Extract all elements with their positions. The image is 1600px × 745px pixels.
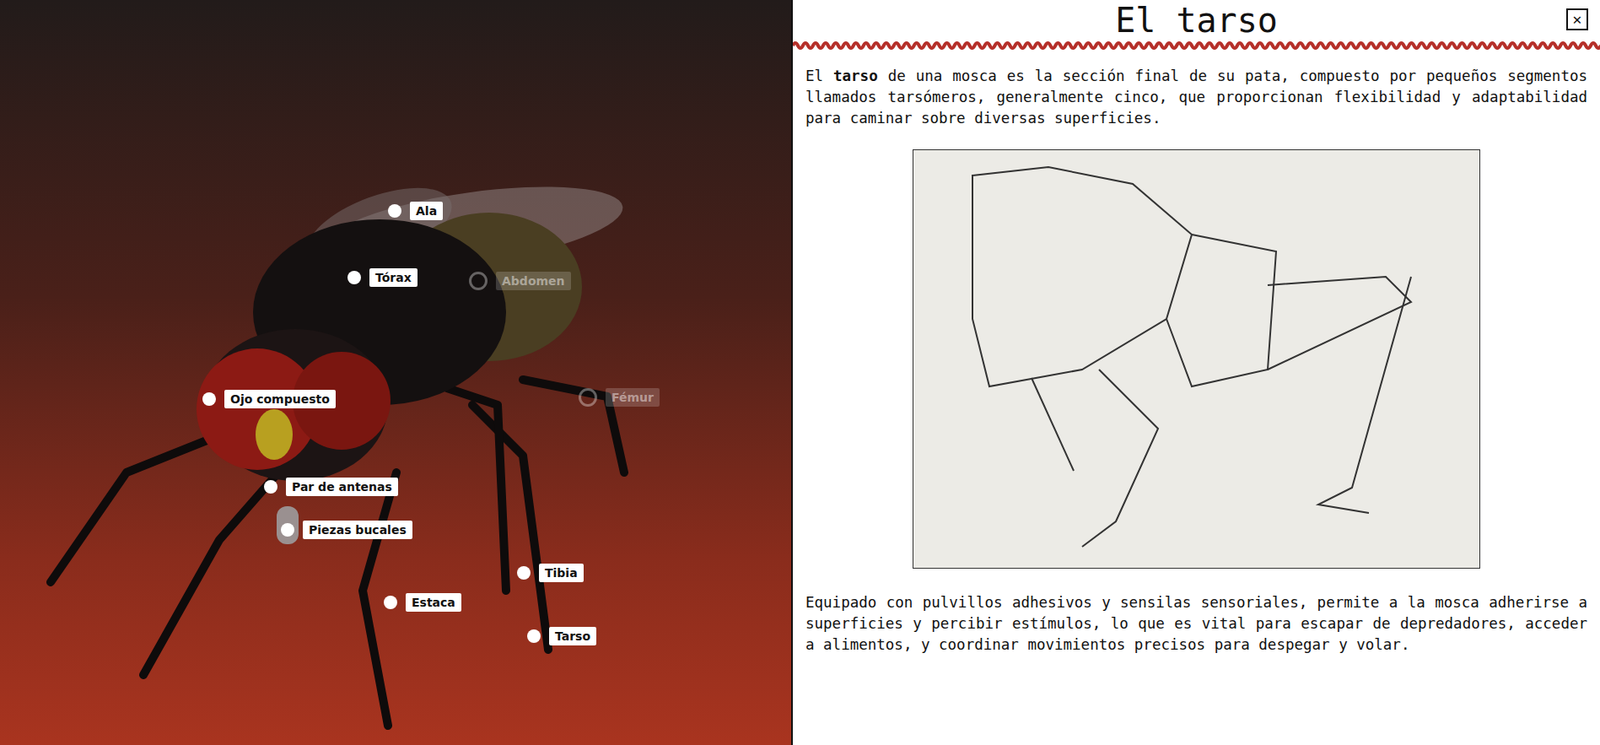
fly-viewer[interactable]: Ala Tórax Abdomen Ojo compuesto Fémur Par de … — [0, 0, 793, 745]
fly-model-icon[interactable] — [0, 0, 792, 745]
pin-label[interactable]: Par de antenas — [285, 477, 399, 496]
pin-label[interactable]: Tórax — [369, 268, 418, 287]
fly-part-pin[interactable]: Ala — [387, 201, 443, 221]
pin-label[interactable]: Abdomen — [495, 271, 572, 291]
pin-label[interactable]: Tibia — [538, 563, 584, 582]
fly-part-pin[interactable]: Par de antenas — [263, 477, 399, 496]
fly-part-pin[interactable]: Fémur — [578, 387, 660, 407]
fly-part-pin[interactable]: Abdomen — [468, 271, 572, 291]
info-panel: El tarso ✕ El tarso de una mosca es la s… — [792, 0, 1600, 745]
leg-diagram-icon — [912, 149, 1481, 569]
intro-paragraph: El tarso de una mosca es la sección fina… — [805, 65, 1588, 130]
pin-dot-icon[interactable] — [387, 204, 402, 218]
fly-part-pin[interactable]: Piezas bucales — [280, 520, 413, 539]
pin-dot-icon[interactable] — [527, 629, 541, 643]
text-run: de una mosca es la sección final de su p… — [805, 67, 1588, 127]
pin-label[interactable]: Tarso — [549, 626, 597, 646]
pin-dot-icon[interactable] — [517, 565, 531, 580]
fly-part-pin[interactable]: Tarso — [527, 626, 597, 646]
body-paragraph: Equipado con pulvillos adhesivos y sensi… — [805, 592, 1588, 656]
pin-dot-icon[interactable] — [202, 392, 216, 406]
fly-part-pin[interactable]: Ojo compuesto — [202, 389, 336, 409]
pin-dot-icon[interactable] — [383, 595, 398, 609]
pin-label[interactable]: Fémur — [605, 387, 660, 407]
wave-divider-icon — [792, 40, 1600, 51]
fly-part-pin[interactable]: Tórax — [347, 268, 418, 287]
pin-label[interactable]: Piezas bucales — [302, 520, 413, 539]
close-button[interactable]: ✕ — [1566, 8, 1589, 31]
pin-dot-icon[interactable] — [468, 271, 488, 291]
panel-title: El tarso — [1115, 0, 1278, 41]
pin-dot-icon[interactable] — [263, 479, 278, 494]
pin-label[interactable]: Estaca — [405, 592, 462, 612]
fly-part-pin[interactable]: Tibia — [517, 563, 584, 582]
pin-dot-icon[interactable] — [347, 270, 361, 285]
pin-label[interactable]: Ojo compuesto — [224, 389, 336, 409]
text-run: El — [805, 67, 834, 85]
fly-part-pin[interactable]: Estaca — [383, 592, 462, 612]
pin-dot-icon[interactable] — [280, 522, 295, 537]
pin-label[interactable]: Ala — [409, 201, 443, 221]
pin-dot-icon[interactable] — [578, 387, 598, 407]
bold-term: tarso — [833, 67, 879, 85]
